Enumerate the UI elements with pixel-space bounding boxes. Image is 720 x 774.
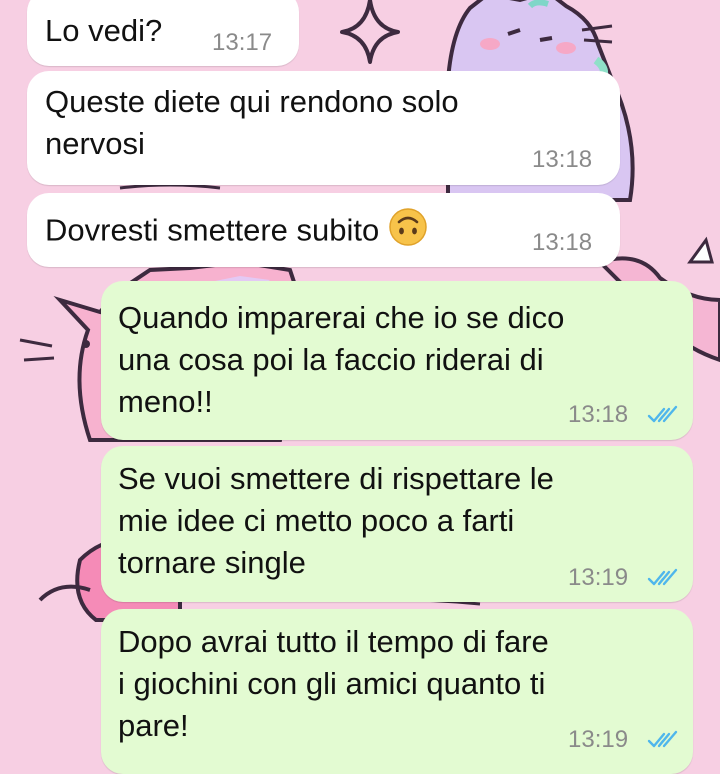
read-receipt-icon: [647, 568, 678, 586]
message-timestamp: 13:19: [568, 564, 629, 591]
message-text: Dopo avrai tutto il tempo di fare i gioc…: [118, 624, 549, 743]
message-text: Quando imparerai che io se dico una cosa…: [118, 300, 565, 419]
message-timestamp: 13:18: [568, 401, 629, 428]
message-timestamp: 13:19: [568, 726, 629, 753]
message-text: Queste diete qui rendono solo nervosi: [45, 84, 459, 161]
message-timestamp: 13:18: [532, 146, 593, 173]
upside-down-face-icon: [388, 207, 428, 258]
read-receipt-icon: [647, 405, 678, 423]
message-timestamp: 13:18: [532, 229, 593, 256]
message-text: Se vuoi smettere di rispettare le mie id…: [118, 461, 554, 580]
read-receipt-icon: [647, 730, 678, 748]
message-text: Lo vedi?: [45, 13, 163, 48]
message-text: Dovresti smettere subito: [45, 207, 428, 258]
message-timestamp: 13:17: [212, 29, 273, 56]
